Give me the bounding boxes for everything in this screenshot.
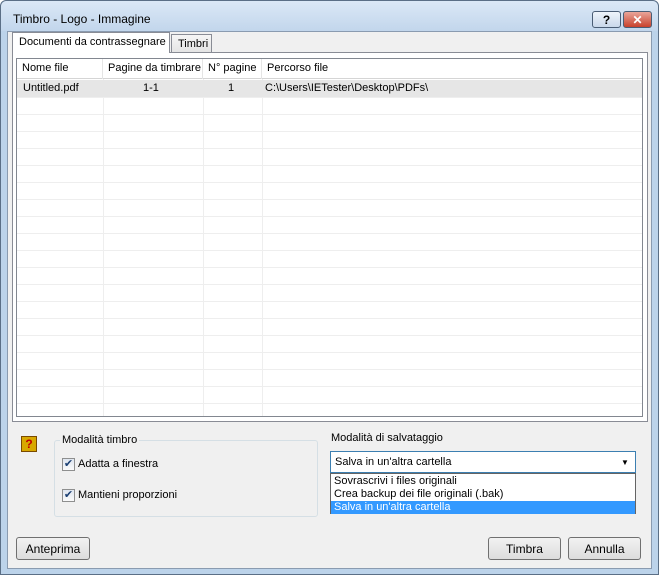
grid-row-line <box>17 216 642 217</box>
grid-row-line <box>17 335 642 336</box>
column-header-percorso-file[interactable]: Percorso file <box>262 59 642 79</box>
documents-grid[interactable]: Nome file Pagine da timbrare N° pagine P… <box>16 58 643 417</box>
grid-column-line <box>262 79 263 416</box>
grid-row-line <box>17 97 642 98</box>
adatta-a-finestra-label[interactable]: Adatta a finestra <box>78 458 158 470</box>
tab-timbri[interactable]: Timbri <box>171 34 212 54</box>
grid-row-line <box>17 250 642 251</box>
grid-row-line <box>17 267 642 268</box>
cell-n-pagine: 1 <box>228 82 235 94</box>
option-sovrascrivi[interactable]: Sovrascrivi i files originali <box>331 475 635 488</box>
grid-row-line <box>17 148 642 149</box>
grid-row-line <box>17 386 642 387</box>
close-button[interactable]: ✕ <box>623 11 652 28</box>
modalita-salvataggio-label: Modalità di salvataggio <box>331 432 443 444</box>
salvataggio-selected-value: Salva in un'altra cartella <box>335 456 452 468</box>
grid-header: Nome file Pagine da timbrare N° pagine P… <box>17 59 642 79</box>
dialog-window: Timbro - Logo - Immagine ? ✕ Documenti d… <box>0 0 659 575</box>
annulla-button[interactable]: Annulla <box>568 537 641 560</box>
salvataggio-dropdown-list[interactable]: Sovrascrivi i files originali Crea backu… <box>330 473 636 514</box>
grid-row-line <box>17 199 642 200</box>
timbra-button[interactable]: Timbra <box>488 537 561 560</box>
grid-row-line <box>17 114 642 115</box>
checkmark-icon: ✔ <box>63 458 74 470</box>
grid-row-line <box>17 233 642 234</box>
grid-row-line <box>17 301 642 302</box>
grid-row-line <box>17 318 642 319</box>
salvataggio-select[interactable]: Salva in un'altra cartella ▼ <box>330 451 636 473</box>
cell-nome-file: Untitled.pdf <box>23 82 79 94</box>
table-row[interactable]: Untitled.pdf 1-1 1 C:\Users\IETester\Des… <box>17 80 642 97</box>
modalita-timbro-groupbox <box>54 440 318 517</box>
grid-row-line <box>17 352 642 353</box>
close-icon: ✕ <box>632 12 643 27</box>
grid-column-line <box>203 79 204 416</box>
option-crea-backup[interactable]: Crea backup dei file originali (.bak) <box>331 488 635 501</box>
mantieni-proporzioni-checkbox[interactable]: ✔ <box>62 489 75 502</box>
column-header-pagine-da-timbrare[interactable]: Pagine da timbrare <box>103 59 203 79</box>
grid-row-line <box>17 284 642 285</box>
grid-row-line <box>17 165 642 166</box>
column-header-nome-file[interactable]: Nome file <box>17 59 103 79</box>
cell-pagine-da-timbrare: 1-1 <box>143 82 159 94</box>
grid-row-line <box>17 182 642 183</box>
option-salva-altra-cartella[interactable]: Salva in un'altra cartella <box>331 501 635 514</box>
grid-row-line <box>17 369 642 370</box>
cell-percorso-file: C:\Users\IETester\Desktop\PDFs\ <box>265 82 429 94</box>
help-icon[interactable]: ? <box>21 436 37 452</box>
help-question-icon: ? <box>602 12 611 27</box>
dialog-client-area: Documenti da contrassegnare Timbri Nome … <box>7 31 652 569</box>
grid-row-line <box>17 131 642 132</box>
window-title: Timbro - Logo - Immagine <box>13 12 151 26</box>
help-button[interactable]: ? <box>592 11 621 28</box>
title-bar[interactable]: Timbro - Logo - Immagine ? ✕ <box>1 1 658 31</box>
anteprima-button[interactable]: Anteprima <box>16 537 90 560</box>
checkmark-icon: ✔ <box>63 489 74 501</box>
chevron-down-icon[interactable]: ▼ <box>617 454 633 470</box>
grid-column-line <box>103 79 104 416</box>
grid-row-line <box>17 403 642 404</box>
column-header-n-pagine[interactable]: N° pagine <box>203 59 262 79</box>
tab-documenti[interactable]: Documenti da contrassegnare <box>12 32 170 53</box>
adatta-a-finestra-checkbox[interactable]: ✔ <box>62 458 75 471</box>
tab-panel-documenti: Nome file Pagine da timbrare N° pagine P… <box>12 52 648 422</box>
mantieni-proporzioni-label[interactable]: Mantieni proporzioni <box>78 489 177 501</box>
modalita-timbro-label: Modalità timbro <box>60 434 140 446</box>
